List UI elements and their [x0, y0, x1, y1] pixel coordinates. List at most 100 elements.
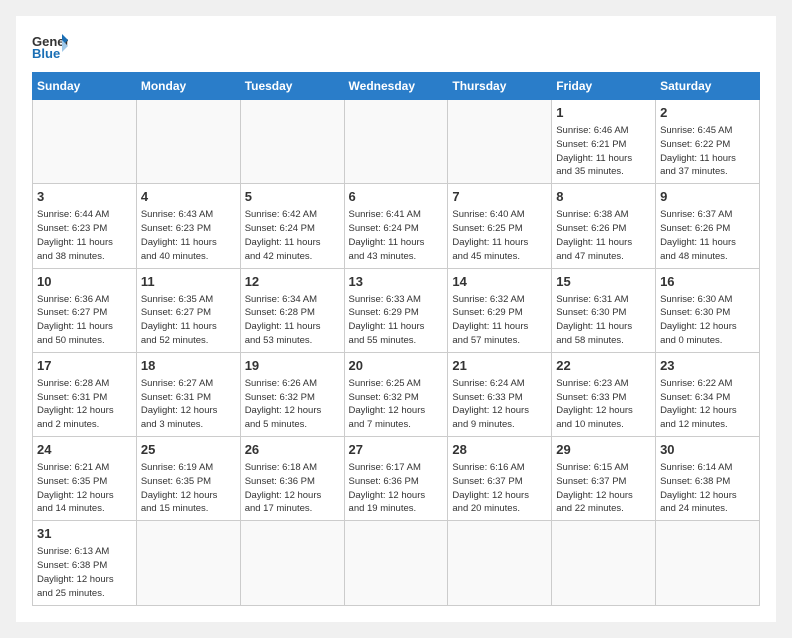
- day-number: 14: [452, 273, 547, 291]
- weekday-header: Thursday: [448, 73, 552, 100]
- weekday-header-row: SundayMondayTuesdayWednesdayThursdayFrid…: [33, 73, 760, 100]
- calendar-cell: 22Sunrise: 6:23 AM Sunset: 6:33 PM Dayli…: [552, 352, 656, 436]
- day-info: Sunrise: 6:43 AM Sunset: 6:23 PM Dayligh…: [141, 208, 236, 263]
- calendar-cell: 14 Sunrise: 6:32 AM Sunset: 6:29 PM Dayli…: [448, 268, 552, 352]
- day-info: Sunrise: 6:36 AM Sunset: 6:27 PM Dayligh…: [37, 293, 132, 348]
- weekday-header: Sunday: [33, 73, 137, 100]
- page-header: General Blue: [32, 32, 760, 60]
- day-number: 27: [349, 441, 444, 459]
- calendar-cell: 27 Sunrise: 6:17 AM Sunset: 6:36 PM Dayli…: [344, 437, 448, 521]
- svg-text:Blue: Blue: [32, 46, 60, 60]
- day-number: 21: [452, 357, 547, 375]
- calendar-row: 31Sunrise: 6:13 AM Sunset: 6:38 PM Dayli…: [33, 521, 760, 605]
- calendar-cell: [448, 521, 552, 605]
- day-info: Sunrise: 6:35 AM Sunset: 6:27 PM Dayligh…: [141, 293, 236, 348]
- day-number: 18: [141, 357, 236, 375]
- day-number: 3: [37, 188, 132, 206]
- calendar-row: 3 Sunrise: 6:44 AM Sunset: 6:23 PM Daylig…: [33, 184, 760, 268]
- calendar-cell: [240, 521, 344, 605]
- calendar-cell: 4Sunrise: 6:43 AM Sunset: 6:23 PM Daylig…: [136, 184, 240, 268]
- day-info: Sunrise: 6:42 AM Sunset: 6:24 PM Dayligh…: [245, 208, 340, 263]
- day-number: 2: [660, 104, 755, 122]
- day-info: Sunrise: 6:19 AM Sunset: 6:35 PM Dayligh…: [141, 461, 236, 516]
- calendar-cell: [240, 100, 344, 184]
- day-number: 7: [452, 188, 547, 206]
- day-number: 5: [245, 188, 340, 206]
- day-number: 9: [660, 188, 755, 206]
- day-info: Sunrise: 6:28 AM Sunset: 6:31 PM Dayligh…: [37, 377, 132, 432]
- calendar-cell: 26 Sunrise: 6:18 AM Sunset: 6:36 PM Dayli…: [240, 437, 344, 521]
- calendar-cell: 19 Sunrise: 6:26 AM Sunset: 6:32 PM Dayli…: [240, 352, 344, 436]
- calendar-cell: 29Sunrise: 6:15 AM Sunset: 6:37 PM Dayli…: [552, 437, 656, 521]
- calendar-row: 10 Sunrise: 6:36 AM Sunset: 6:27 PM Dayli…: [33, 268, 760, 352]
- day-info: Sunrise: 6:37 AM Sunset: 6:26 PM Dayligh…: [660, 208, 755, 263]
- day-number: 22: [556, 357, 651, 375]
- calendar-cell: 25 Sunrise: 6:19 AM Sunset: 6:35 PM Dayli…: [136, 437, 240, 521]
- calendar-cell: 5 Sunrise: 6:42 AM Sunset: 6:24 PM Daylig…: [240, 184, 344, 268]
- day-info: Sunrise: 6:18 AM Sunset: 6:36 PM Dayligh…: [245, 461, 340, 516]
- day-info: Sunrise: 6:17 AM Sunset: 6:36 PM Dayligh…: [349, 461, 444, 516]
- day-number: 24: [37, 441, 132, 459]
- calendar-cell: 1Sunrise: 6:46 AM Sunset: 6:21 PM Daylig…: [552, 100, 656, 184]
- calendar-cell: 16Sunrise: 6:30 AM Sunset: 6:30 PM Dayli…: [656, 268, 760, 352]
- calendar-cell: [552, 521, 656, 605]
- calendar-cell: 9 Sunrise: 6:37 AM Sunset: 6:26 PM Daylig…: [656, 184, 760, 268]
- day-number: 19: [245, 357, 340, 375]
- day-number: 20: [349, 357, 444, 375]
- day-info: Sunrise: 6:14 AM Sunset: 6:38 PM Dayligh…: [660, 461, 755, 516]
- weekday-header: Wednesday: [344, 73, 448, 100]
- day-info: Sunrise: 6:31 AM Sunset: 6:30 PM Dayligh…: [556, 293, 651, 348]
- calendar-cell: 11 Sunrise: 6:35 AM Sunset: 6:27 PM Dayli…: [136, 268, 240, 352]
- calendar-cell: [656, 521, 760, 605]
- calendar-cell: 12 Sunrise: 6:34 AM Sunset: 6:28 PM Dayli…: [240, 268, 344, 352]
- weekday-header: Monday: [136, 73, 240, 100]
- calendar-cell: [344, 521, 448, 605]
- calendar-cell: 20 Sunrise: 6:25 AM Sunset: 6:32 PM Dayli…: [344, 352, 448, 436]
- calendar-cell: 24 Sunrise: 6:21 AM Sunset: 6:35 PM Dayli…: [33, 437, 137, 521]
- calendar-cell: 3 Sunrise: 6:44 AM Sunset: 6:23 PM Daylig…: [33, 184, 137, 268]
- day-info: Sunrise: 6:33 AM Sunset: 6:29 PM Dayligh…: [349, 293, 444, 348]
- calendar-table: SundayMondayTuesdayWednesdayThursdayFrid…: [32, 72, 760, 606]
- day-number: 15: [556, 273, 651, 291]
- day-number: 30: [660, 441, 755, 459]
- day-number: 28: [452, 441, 547, 459]
- calendar-cell: 2 Sunrise: 6:45 AM Sunset: 6:22 PM Daylig…: [656, 100, 760, 184]
- calendar-cell: [33, 100, 137, 184]
- calendar-cell: [344, 100, 448, 184]
- day-info: Sunrise: 6:16 AM Sunset: 6:37 PM Dayligh…: [452, 461, 547, 516]
- day-number: 11: [141, 273, 236, 291]
- day-info: Sunrise: 6:30 AM Sunset: 6:30 PM Dayligh…: [660, 293, 755, 348]
- day-info: Sunrise: 6:44 AM Sunset: 6:23 PM Dayligh…: [37, 208, 132, 263]
- weekday-header: Friday: [552, 73, 656, 100]
- day-number: 12: [245, 273, 340, 291]
- day-info: Sunrise: 6:40 AM Sunset: 6:25 PM Dayligh…: [452, 208, 547, 263]
- calendar-cell: 18 Sunrise: 6:27 AM Sunset: 6:31 PM Dayli…: [136, 352, 240, 436]
- day-info: Sunrise: 6:34 AM Sunset: 6:28 PM Dayligh…: [245, 293, 340, 348]
- day-info: Sunrise: 6:45 AM Sunset: 6:22 PM Dayligh…: [660, 124, 755, 179]
- calendar-cell: 7 Sunrise: 6:40 AM Sunset: 6:25 PM Daylig…: [448, 184, 552, 268]
- day-info: Sunrise: 6:26 AM Sunset: 6:32 PM Dayligh…: [245, 377, 340, 432]
- day-info: Sunrise: 6:32 AM Sunset: 6:29 PM Dayligh…: [452, 293, 547, 348]
- day-info: Sunrise: 6:22 AM Sunset: 6:34 PM Dayligh…: [660, 377, 755, 432]
- day-number: 26: [245, 441, 340, 459]
- day-number: 17: [37, 357, 132, 375]
- calendar-cell: 31Sunrise: 6:13 AM Sunset: 6:38 PM Dayli…: [33, 521, 137, 605]
- day-number: 10: [37, 273, 132, 291]
- logo-icon: General Blue: [32, 32, 68, 60]
- calendar-cell: 13Sunrise: 6:33 AM Sunset: 6:29 PM Dayli…: [344, 268, 448, 352]
- day-number: 25: [141, 441, 236, 459]
- day-info: Sunrise: 6:46 AM Sunset: 6:21 PM Dayligh…: [556, 124, 651, 179]
- calendar-cell: 28 Sunrise: 6:16 AM Sunset: 6:37 PM Dayli…: [448, 437, 552, 521]
- calendar-cell: 8Sunrise: 6:38 AM Sunset: 6:26 PM Daylig…: [552, 184, 656, 268]
- calendar-cell: [448, 100, 552, 184]
- calendar-cell: 10 Sunrise: 6:36 AM Sunset: 6:27 PM Dayli…: [33, 268, 137, 352]
- calendar-page: General Blue SundayMondayTuesdayWednesda…: [16, 16, 776, 622]
- day-info: Sunrise: 6:27 AM Sunset: 6:31 PM Dayligh…: [141, 377, 236, 432]
- day-number: 23: [660, 357, 755, 375]
- calendar-cell: 15 Sunrise: 6:31 AM Sunset: 6:30 PM Dayli…: [552, 268, 656, 352]
- day-info: Sunrise: 6:25 AM Sunset: 6:32 PM Dayligh…: [349, 377, 444, 432]
- day-info: Sunrise: 6:41 AM Sunset: 6:24 PM Dayligh…: [349, 208, 444, 263]
- logo: General Blue: [32, 32, 68, 60]
- day-info: Sunrise: 6:21 AM Sunset: 6:35 PM Dayligh…: [37, 461, 132, 516]
- calendar-cell: [136, 521, 240, 605]
